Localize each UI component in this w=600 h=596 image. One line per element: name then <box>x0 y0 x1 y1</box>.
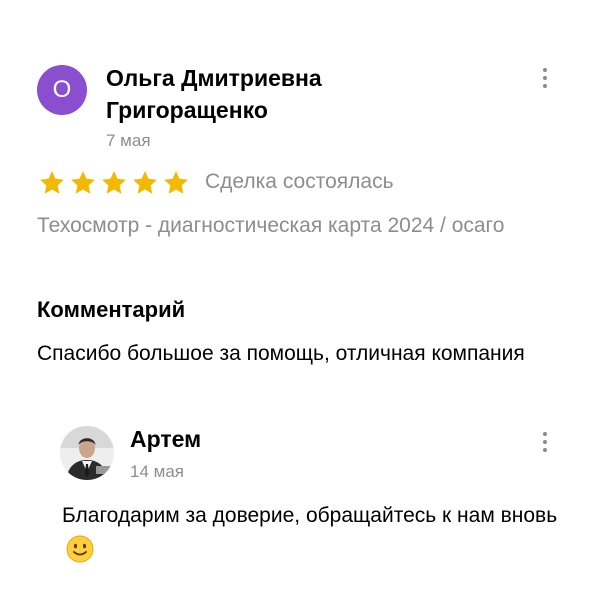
star-icon <box>162 169 190 197</box>
reply-date: 14 мая <box>130 462 184 481</box>
star-icon <box>69 169 97 197</box>
reply-avatar[interactable] <box>60 426 114 480</box>
reply-text: Благодарим за доверие, обращайтесь к нам… <box>62 504 558 527</box>
star-icon <box>100 169 128 197</box>
review-date: 7 мая <box>106 131 151 150</box>
review-card: О Ольга Дмитриевна Григоращенко 7 мая Сд… <box>0 0 600 596</box>
more-vertical-icon <box>543 68 547 72</box>
author-name[interactable]: Ольга Дмитриевна Григоращенко <box>106 62 486 126</box>
reply-more-options-button[interactable] <box>533 427 557 457</box>
deal-status: Сделка состоялась <box>205 170 394 193</box>
more-options-button[interactable] <box>533 63 557 93</box>
star-icon <box>131 169 159 197</box>
avatar[interactable]: О <box>37 65 87 115</box>
service-name: Техосмотр - диагностическая карта 2024 /… <box>37 214 505 237</box>
rating-stars <box>38 169 190 197</box>
comment-heading: Комментарий <box>37 297 186 322</box>
reply-text-block: Благодарим за доверие, обращайтесь к нам… <box>62 498 562 575</box>
comment-text: Спасибо большое за помощь, отличная комп… <box>37 342 525 365</box>
reply-author-name[interactable]: Артем <box>130 426 201 453</box>
star-icon <box>38 169 66 197</box>
slightly-smiling-face-icon <box>66 535 94 575</box>
more-vertical-icon <box>543 432 547 436</box>
